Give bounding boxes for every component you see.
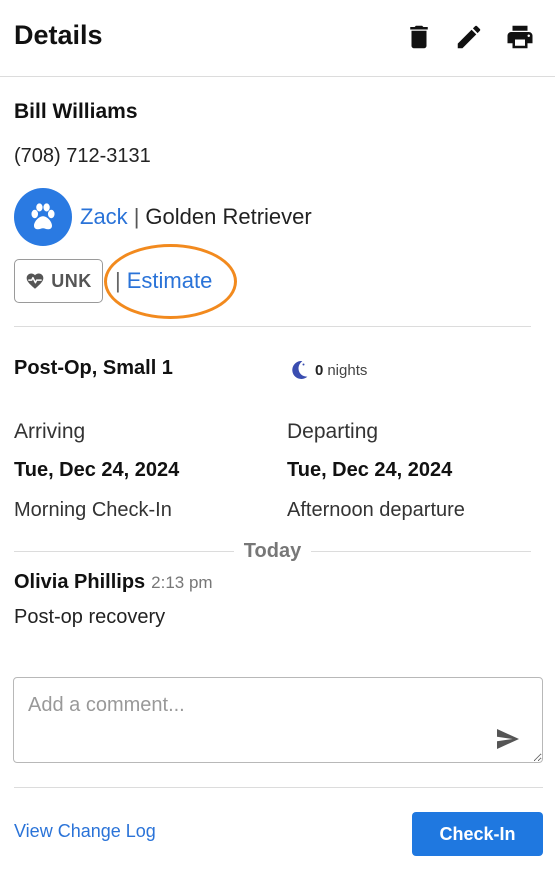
delete-icon[interactable] xyxy=(404,22,434,52)
health-status-label: UNK xyxy=(51,270,92,291)
moon-icon xyxy=(292,361,308,379)
nights-label: nights xyxy=(327,361,368,379)
room-name: Post-Op, Small 1 xyxy=(14,357,173,379)
arriving-date: Tue, Dec 24, 2024 xyxy=(14,459,180,481)
pet-row: Zack | Golden Retriever xyxy=(14,188,312,246)
pet-avatar xyxy=(14,188,72,246)
departing-date: Tue, Dec 24, 2024 xyxy=(287,459,453,481)
print-icon[interactable] xyxy=(505,22,535,52)
arriving-label: Arriving xyxy=(14,420,86,443)
comment-text: Post-op recovery xyxy=(14,606,166,628)
departing-section: Departing Tue, Dec 24, 2024 Afternoon de… xyxy=(287,420,465,522)
today-label: Today xyxy=(243,539,302,562)
status-separator: | xyxy=(115,268,121,293)
details-header: Details xyxy=(0,0,555,77)
heart-pulse-icon xyxy=(26,273,44,289)
pet-breed: Golden Retriever xyxy=(145,204,312,229)
comment-author: Olivia Phillips xyxy=(14,571,146,593)
status-row: UNK | Estimate xyxy=(14,259,212,303)
owner-phone: (708) 712-3131 xyxy=(14,145,151,167)
check-in-button[interactable]: Check-In xyxy=(412,812,543,856)
comment-header: Olivia Phillips 2:13 pm xyxy=(14,571,213,594)
arriving-section: Arriving Tue, Dec 24, 2024 Morning Check… xyxy=(14,420,179,522)
today-divider: Today xyxy=(14,538,532,564)
footer-divider xyxy=(14,787,543,788)
departing-note: Afternoon departure xyxy=(287,499,465,521)
pet-name-link[interactable]: Zack xyxy=(80,204,128,230)
health-status-badge[interactable]: UNK xyxy=(14,259,103,303)
estimate-link[interactable]: Estimate xyxy=(127,268,213,294)
owner-name: Bill Williams xyxy=(14,100,138,123)
send-icon[interactable] xyxy=(496,728,520,750)
edit-icon[interactable] xyxy=(454,22,484,52)
arriving-note: Morning Check-In xyxy=(14,499,172,521)
comment-input[interactable] xyxy=(14,678,542,762)
comment-box xyxy=(13,677,543,763)
departing-label: Departing xyxy=(287,420,379,443)
paw-icon xyxy=(31,203,55,230)
comment-time: 2:13 pm xyxy=(151,573,213,592)
pet-separator: | xyxy=(133,204,140,229)
nights-count: 0 xyxy=(315,361,324,379)
view-change-log-link[interactable]: View Change Log xyxy=(14,821,156,842)
page-title: Details xyxy=(14,20,103,50)
nights-indicator: 0 nights xyxy=(287,357,367,383)
section-divider xyxy=(14,326,531,327)
